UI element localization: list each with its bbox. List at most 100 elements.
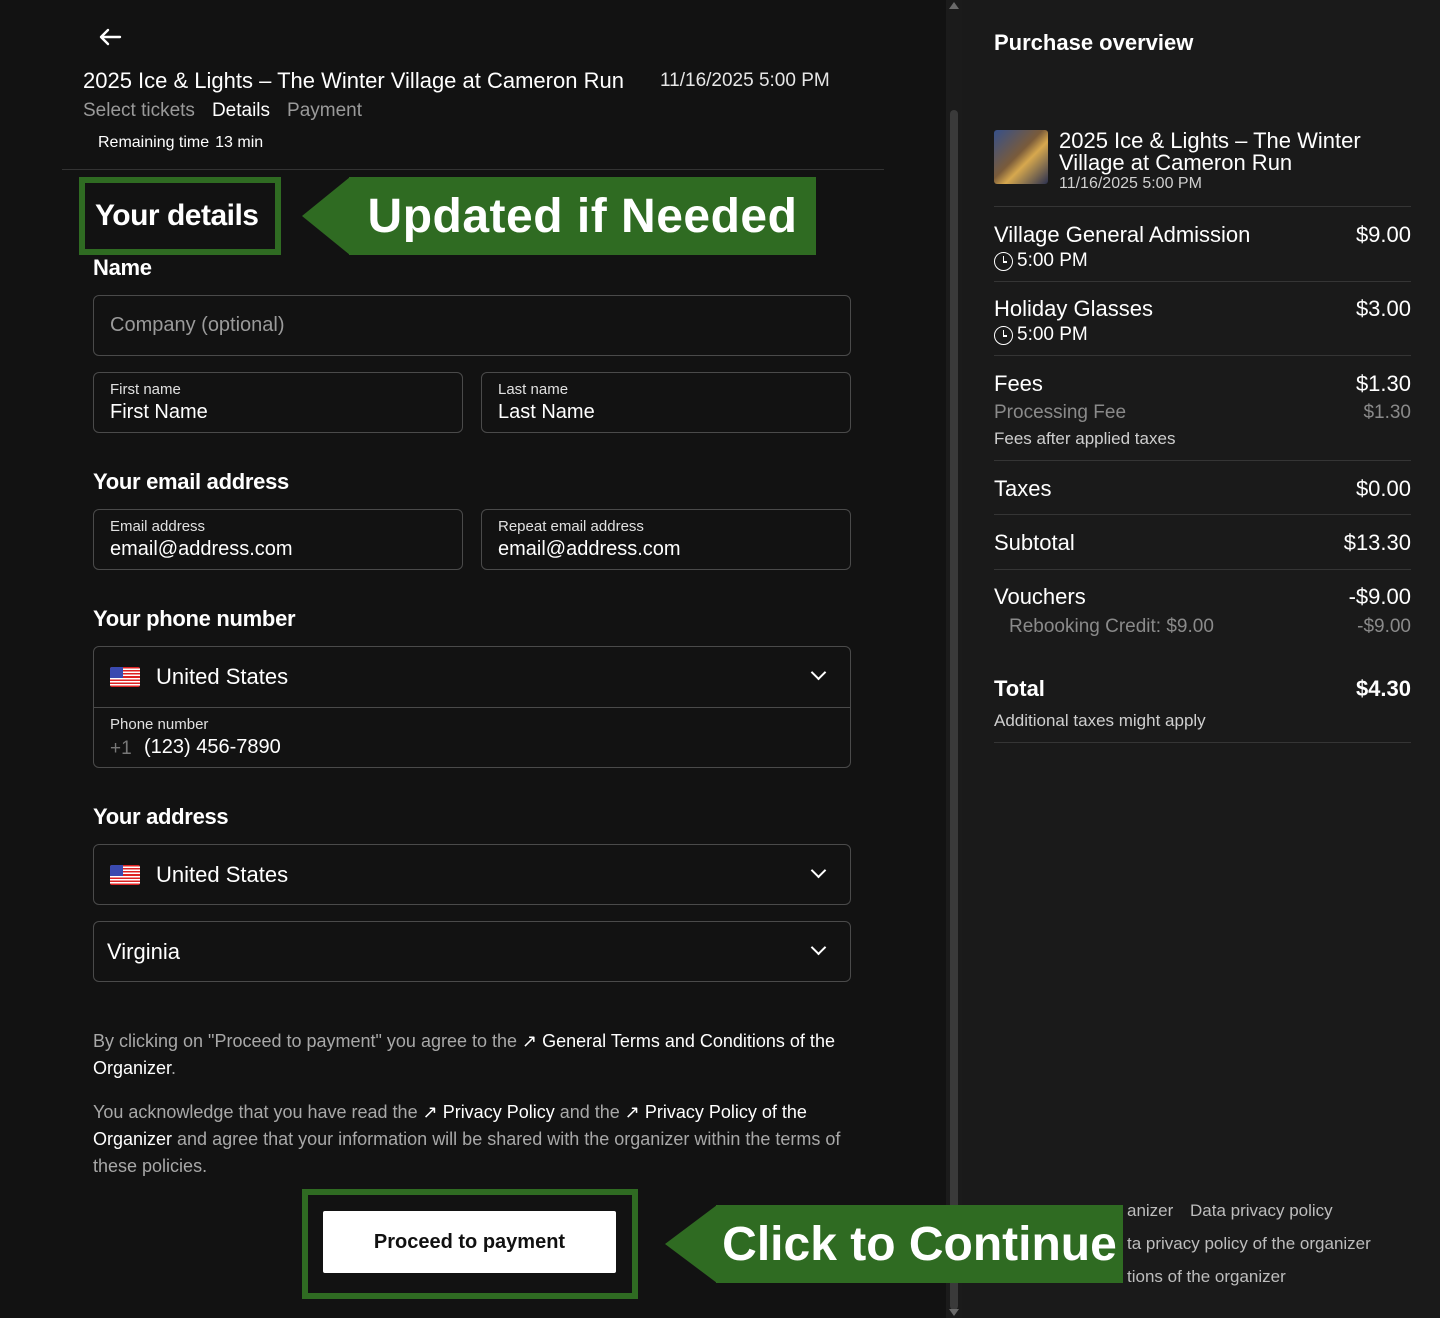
name-section-label: Name	[93, 255, 152, 280]
callout-arrow	[665, 1205, 717, 1283]
phone-country-select[interactable]: United States	[110, 647, 850, 707]
item-time-value: 5:00 PM	[1017, 324, 1088, 345]
email-label: Email address	[110, 518, 206, 535]
phone-prefix: +1	[110, 738, 132, 759]
header-divider	[62, 169, 884, 170]
step-details: Details	[211, 100, 271, 121]
organizer-privacy-policy-link[interactable]: ta privacy policy of the organizer	[1127, 1234, 1371, 1254]
data-privacy-policy-link[interactable]: Data privacy policy	[1190, 1201, 1333, 1221]
divider	[994, 742, 1411, 743]
taxes-price: $0.00	[1355, 476, 1411, 501]
click-to-continue-callout: Click to Continue	[665, 1205, 1123, 1283]
last-name-field[interactable]: Last name Last Name	[481, 372, 851, 433]
callout-arrow	[302, 177, 350, 255]
updated-if-needed-text: Updated if Needed	[367, 189, 798, 243]
event-title: 2025 Ice & Lights – The Winter Village a…	[83, 68, 624, 93]
vouchers-price: -$9.00	[1348, 584, 1411, 609]
event-date: 11/16/2025 5:00 PM	[660, 70, 830, 91]
subtotal-price: $13.30	[1343, 530, 1411, 555]
item-time: 5:00 PM	[994, 250, 1088, 272]
email-field[interactable]: Email address email@address.com	[93, 509, 463, 570]
first-name-value: First Name	[110, 401, 208, 423]
subtotal-label: Subtotal	[994, 530, 1075, 555]
divider	[994, 206, 1411, 207]
your-details-highlight: Your details	[79, 177, 281, 255]
external-link-icon: ↗	[522, 1031, 543, 1051]
item-time: 5:00 PM	[994, 324, 1088, 346]
remaining-time-value: 13 min	[215, 134, 264, 151]
last-name-value: Last Name	[498, 401, 595, 423]
phone-group: United States Phone number +1 (123) 456-…	[93, 646, 851, 768]
address-state-value: Virginia	[107, 939, 180, 964]
repeat-email-value: email@address.com	[498, 538, 681, 560]
scroll-up-icon[interactable]	[949, 2, 959, 9]
fees-price: $1.30	[1355, 371, 1411, 396]
total-note: Additional taxes might apply	[994, 711, 1206, 730]
back-arrow-icon[interactable]	[96, 24, 124, 50]
email-section-label: Your email address	[93, 469, 289, 494]
remaining-time: Remaining time 13 min	[98, 134, 263, 152]
click-to-continue-text: Click to Continue	[722, 1217, 1117, 1271]
company-field[interactable]: Company (optional)	[93, 295, 851, 356]
remaining-time-label: Remaining time	[98, 134, 210, 151]
item-price: $3.00	[1355, 296, 1411, 321]
company-placeholder: Company (optional)	[110, 314, 285, 336]
first-name-field[interactable]: First name First Name	[93, 372, 463, 433]
fees-label: Fees	[994, 371, 1043, 396]
scrollbar[interactable]	[946, 0, 962, 1318]
scroll-thumb[interactable]	[950, 110, 958, 1310]
divider	[994, 460, 1411, 461]
address-country-value: United States	[156, 862, 289, 887]
phone-divider	[94, 707, 850, 708]
divider	[994, 281, 1411, 282]
clock-icon	[994, 325, 1013, 345]
item-price: $9.00	[1355, 222, 1411, 247]
step-select-tickets[interactable]: Select tickets	[83, 100, 195, 122]
chevron-down-icon	[810, 664, 827, 681]
terms-paragraph: By clicking on "Proceed to payment" you …	[93, 1028, 853, 1082]
address-section-label: Your address	[93, 804, 229, 829]
first-name-label: First name	[110, 381, 181, 398]
proceed-to-payment-button[interactable]: Proceed to payment	[323, 1211, 616, 1273]
phone-country-value: United States	[156, 664, 289, 689]
divider	[994, 355, 1411, 356]
external-link-icon: ↗	[624, 1102, 645, 1122]
item-time-value: 5:00 PM	[1017, 250, 1088, 271]
step-payment: Payment	[287, 100, 362, 121]
purchase-overview-panel: Purchase overview 2025 Ice & Lights – Th…	[962, 0, 1440, 1318]
total-label: Total	[994, 676, 1045, 701]
address-state-select[interactable]: Virginia	[93, 921, 851, 982]
checkout-steps: Select tickets Details Payment	[83, 100, 362, 122]
external-link-icon: ↗	[422, 1102, 443, 1122]
repeat-email-label: Repeat email address	[498, 518, 644, 535]
repeat-email-field[interactable]: Repeat email address email@address.com	[481, 509, 851, 570]
overview-event-date: 11/16/2025 5:00 PM	[1059, 175, 1202, 192]
divider	[994, 514, 1411, 515]
proceed-label: Proceed to payment	[373, 1230, 566, 1253]
privacy-text-a: You acknowledge that you have read the	[93, 1102, 423, 1122]
purchase-overview-title: Purchase overview	[994, 30, 1194, 55]
item-name: Village General Admission	[994, 222, 1251, 247]
phone-input[interactable]: (123) 456-7890	[144, 736, 281, 759]
privacy-paragraph: You acknowledge that you have read the ↗…	[93, 1099, 853, 1180]
details-panel: 2025 Ice & Lights – The Winter Village a…	[0, 0, 946, 1318]
divider	[994, 569, 1411, 570]
organizer-terms-link[interactable]: tions of the organizer	[1127, 1267, 1286, 1287]
phone-label: Phone number	[110, 716, 209, 733]
rebooking-credit-label: Rebooking Credit: $9.00	[1009, 616, 1214, 637]
scroll-down-icon[interactable]	[949, 1309, 959, 1316]
privacy-policy-link[interactable]: Privacy Policy	[443, 1102, 555, 1122]
clock-icon	[994, 251, 1013, 271]
rebooking-credit-price: -$9.00	[1357, 616, 1411, 637]
privacy-text-c: and agree that your information will be …	[93, 1129, 841, 1176]
address-country-select[interactable]: United States	[93, 844, 851, 905]
address-country-row: United States	[110, 845, 288, 905]
updated-if-needed-callout: Updated if Needed	[302, 177, 816, 255]
last-name-label: Last name	[498, 381, 569, 398]
phone-section-label: Your phone number	[93, 606, 296, 631]
processing-fee-price: $1.30	[1363, 402, 1411, 423]
privacy-text-b: and the	[554, 1102, 625, 1122]
event-thumbnail	[994, 130, 1048, 184]
item-name: Holiday Glasses	[994, 296, 1153, 321]
footer-link[interactable]: anizer	[1127, 1201, 1173, 1221]
